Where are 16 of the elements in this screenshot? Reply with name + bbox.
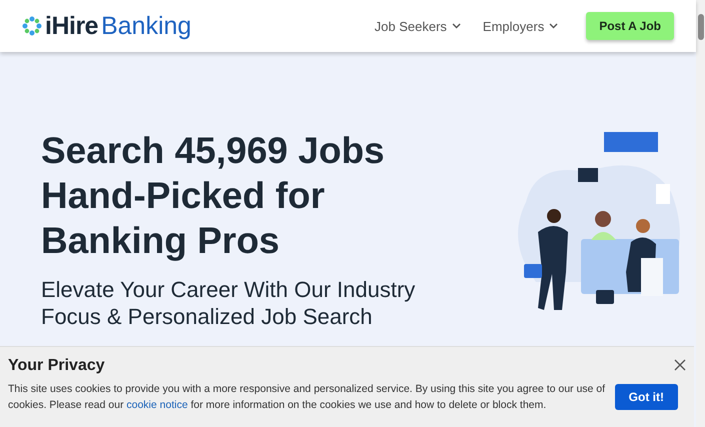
post-job-button[interactable]: Post A Job [586,12,674,40]
subtitle: Elevate Your Career With Our Industry Focus & Personalized Job Search [41,276,416,330]
close-icon[interactable] [674,359,686,371]
nav-dropdown[interactable]: Job Seekers [374,18,461,34]
cookie-message: This site uses cookies to provide you with a more responsive and personalized service. By using this site you agree to our use of cookies. Please read our cookie notice for more information on the cookies we use and how to delete or block them. [8,382,606,413]
logo-section[interactable]: Banking [101,12,192,40]
cookie-notice-link[interactable]: cookie notice [126,399,188,411]
headline: Search 45,969 Jobs Hand-Picked for Banking Pros [41,129,386,263]
got-it-button[interactable]: Got it! [614,384,678,410]
chevron-down-icon [452,23,461,29]
scrollbar[interactable] [696,0,705,427]
banner-title: Your Privacy [8,357,105,375]
logo-brand[interactable]: iHire [45,12,98,40]
chevron-down-icon [549,23,558,29]
logo-icon [22,16,42,36]
nav-dropdown[interactable]: Employers [482,18,558,34]
